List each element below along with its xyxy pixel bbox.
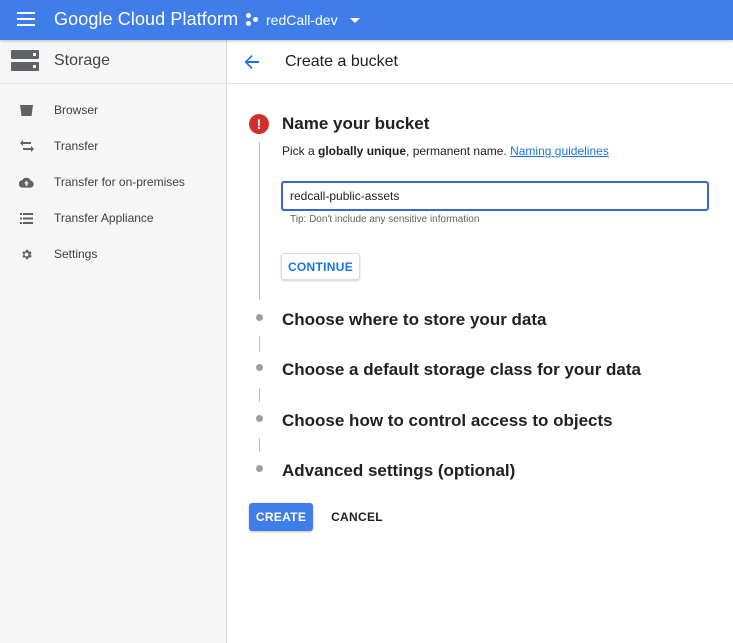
- appliance-list-icon: [19, 211, 34, 226]
- sidebar-header: Storage: [0, 40, 226, 84]
- input-tip: Tip: Don't include any sensitive informa…: [290, 214, 480, 225]
- step-connector: [259, 337, 260, 351]
- back-arrow-icon[interactable]: [243, 53, 261, 71]
- page-header: Create a bucket: [228, 40, 733, 84]
- project-name: redCall-dev: [266, 12, 338, 28]
- sidebar-item-browser[interactable]: Browser: [0, 92, 226, 128]
- description-bold: globally unique: [318, 144, 407, 158]
- step-dot: [256, 364, 263, 371]
- sidebar-title: Storage: [54, 52, 111, 69]
- step-connector: [259, 388, 260, 402]
- storage-icon: [11, 50, 39, 72]
- step-title-storage-class[interactable]: Choose a default storage class for your …: [282, 360, 641, 380]
- sidebar-item-transfer-appliance[interactable]: Transfer Appliance: [0, 200, 226, 236]
- sidebar-item-settings[interactable]: Settings: [0, 236, 226, 272]
- brand-title[interactable]: Google Cloud Platform: [54, 9, 238, 30]
- step-title-advanced-settings[interactable]: Advanced settings (optional): [282, 461, 515, 481]
- cancel-button[interactable]: CANCEL: [326, 503, 388, 531]
- step-title-access-control[interactable]: Choose how to control access to objects: [282, 411, 613, 431]
- step-description: Pick a globally unique, permanent name. …: [282, 144, 609, 158]
- project-selector[interactable]: redCall-dev: [246, 9, 360, 31]
- step-title-name-bucket: Name your bucket: [282, 114, 430, 133]
- step-connector: [259, 142, 260, 300]
- sidebar-item-label: Transfer for on-premises: [54, 175, 185, 189]
- sidebar-item-label: Browser: [54, 103, 99, 117]
- sidebar-item-label: Transfer Appliance: [54, 211, 154, 225]
- create-button[interactable]: CREATE: [249, 503, 313, 531]
- gear-icon: [19, 247, 34, 262]
- step-dot: [256, 415, 263, 422]
- bucket-icon: [19, 103, 34, 118]
- cloud-upload-icon: [19, 175, 34, 190]
- page-title: Create a bucket: [285, 53, 398, 70]
- hamburger-menu-icon[interactable]: [17, 12, 35, 26]
- sidebar-item-label: Transfer: [54, 139, 99, 153]
- continue-button[interactable]: CONTINUE: [281, 253, 360, 280]
- sidebar-item-transfer[interactable]: Transfer: [0, 128, 226, 164]
- transfer-arrows-icon: [19, 139, 34, 154]
- step-dot: [256, 314, 263, 321]
- sidebar-item-transfer-on-premises[interactable]: Transfer for on-premises: [0, 164, 226, 200]
- step-dot: [256, 465, 263, 472]
- chevron-down-icon: [349, 17, 360, 23]
- project-nodes-icon: [246, 13, 260, 27]
- step-title-location[interactable]: Choose where to store your data: [282, 310, 547, 330]
- top-app-bar: Google Cloud Platform redCall-dev: [0, 0, 733, 40]
- naming-guidelines-link[interactable]: Naming guidelines: [510, 144, 609, 158]
- sidebar: Storage Browser Transfer Transfer for on…: [0, 40, 227, 643]
- description-prefix: Pick a: [282, 144, 319, 158]
- bucket-name-input[interactable]: [281, 181, 709, 211]
- description-suffix: , permanent name.: [406, 144, 511, 158]
- sidebar-item-label: Settings: [54, 247, 98, 261]
- step-connector: [259, 438, 260, 452]
- error-icon: !: [249, 114, 269, 134]
